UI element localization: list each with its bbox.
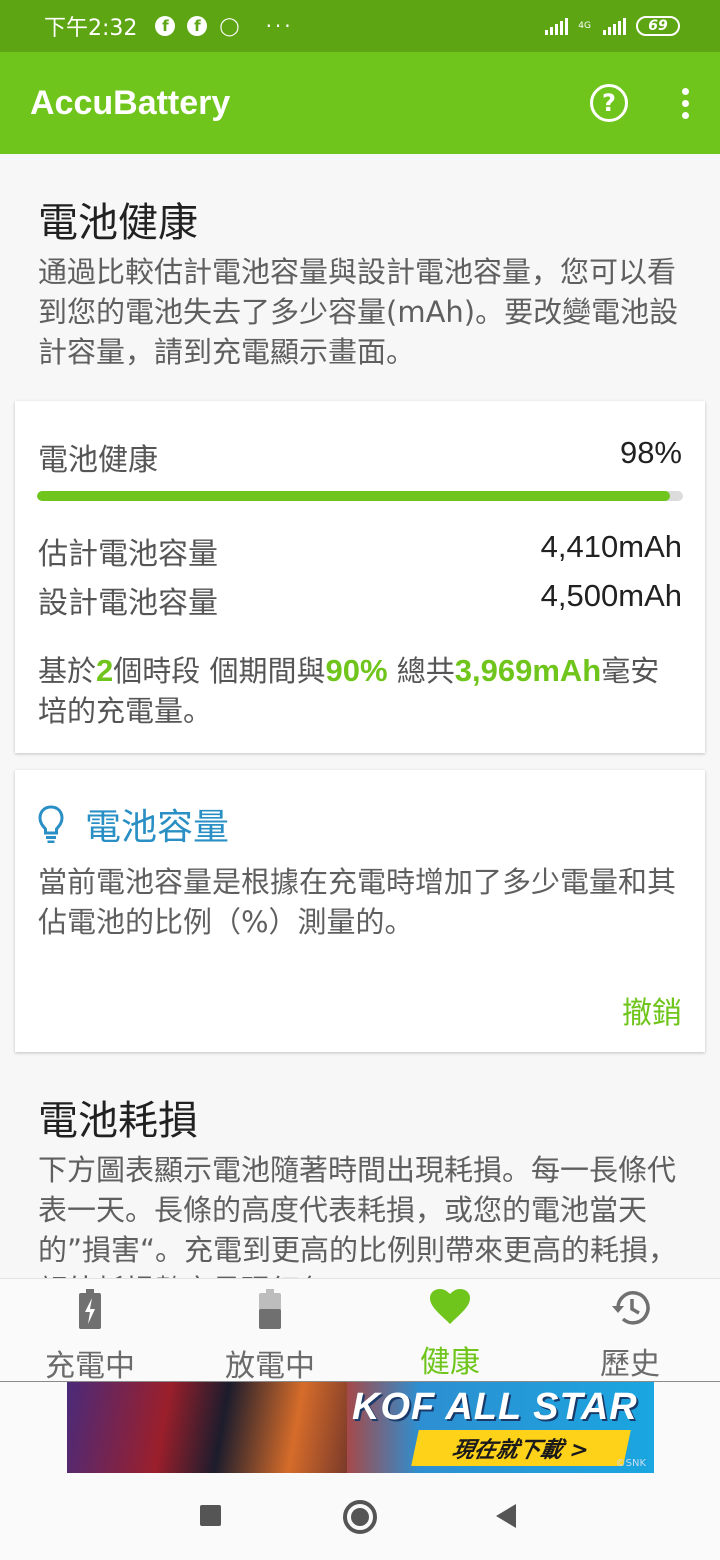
- design-capacity-row: 設計電池容量 4,500mAh: [38, 578, 682, 622]
- ad-area: KOF ALL STAR 現在就下載 > ©SNK: [0, 1381, 720, 1473]
- health-label: 電池健康: [38, 443, 158, 478]
- battery-wear-description: 下方圖表顯示電池隨著時間出現耗損。每一長條代表一天。長條的高度代表耗損，或您的電…: [38, 1153, 678, 1278]
- status-bar-left: 下午2:32 f f ◯ ···: [44, 10, 294, 42]
- ad-brand: ©SNK: [615, 1458, 646, 1469]
- nav-history-label: 歷史: [600, 1347, 660, 1382]
- network-type: 4G: [578, 20, 591, 31]
- app-bar: AccuBattery ?: [0, 52, 720, 154]
- lightbulb-notification-icon: ◯: [219, 15, 240, 37]
- recent-apps-icon[interactable]: [200, 1505, 221, 1526]
- more-notifications-icon: ···: [265, 14, 294, 38]
- battery-charging-icon: [79, 1289, 101, 1329]
- battery-wear-heading: 電池耗損: [38, 1098, 198, 1144]
- nav-charging[interactable]: 充電中: [0, 1279, 180, 1384]
- design-capacity-value: 4,500mAh: [540, 578, 682, 613]
- ad-download-button[interactable]: 現在就下載 >: [411, 1430, 631, 1466]
- bottom-navigation: 充電中 放電中 健康 歷史: [0, 1278, 720, 1384]
- battery-health-description: 通過比較估計電池容量與設計電池容量，您可以看到您的電池失去了多少容量(mAh)。…: [38, 255, 679, 369]
- signal-icon: [545, 17, 569, 35]
- health-progress-fill: [37, 491, 671, 501]
- battery-health-heading: 電池健康: [38, 200, 198, 246]
- estimated-capacity-row: 估計電池容量 4,410mAh: [38, 529, 682, 573]
- nav-discharging-label: 放電中: [225, 1349, 315, 1384]
- summary-prefix: 基於: [38, 654, 97, 688]
- design-capacity-label: 設計電池容量: [38, 586, 218, 621]
- home-icon[interactable]: [343, 1500, 377, 1534]
- tip-title: 電池容量: [37, 798, 229, 850]
- nav-discharging[interactable]: 放電中: [180, 1279, 360, 1384]
- ad-artwork: [67, 1382, 347, 1473]
- battery-status-icon: 69: [636, 16, 680, 36]
- more-options-icon[interactable]: [680, 87, 690, 119]
- system-navigation-bar: [0, 1473, 720, 1560]
- lightbulb-icon: [38, 805, 64, 843]
- main-content[interactable]: 電池健康 通過比較估計電池容量與設計電池容量，您可以看到您的電池失去了多少容量(…: [0, 154, 720, 1278]
- app-title: AccuBattery: [30, 83, 231, 122]
- nav-health-label: 健康: [420, 1345, 480, 1380]
- estimated-capacity-value: 4,410mAh: [540, 529, 682, 564]
- facebook-notification-icon: f: [155, 16, 176, 36]
- nav-history[interactable]: 歷史: [540, 1279, 720, 1382]
- session-count: 2: [96, 653, 114, 688]
- status-bar: 下午2:32 f f ◯ ··· 4G 69: [0, 0, 720, 52]
- battery-discharging-icon: [259, 1289, 281, 1329]
- signal-icon-2: [603, 17, 626, 35]
- total-charge: 3,969mAh: [454, 653, 602, 688]
- health-row: 電池健康 98%: [38, 435, 682, 479]
- tip-title-text: 電池容量: [85, 807, 230, 848]
- nav-charging-label: 充電中: [45, 1349, 135, 1384]
- health-value: 98%: [619, 435, 682, 470]
- charge-summary: 基於2個時段 個期間與90% 總共3,969mAh毫安培的充電量。: [38, 651, 688, 731]
- battery-health-card: 電池健康 98% 估計電池容量 4,410mAh 設計電池容量 4,500mAh…: [15, 401, 705, 753]
- back-icon[interactable]: [496, 1504, 516, 1528]
- history-icon: [610, 1289, 650, 1327]
- ad-headline: KOF ALL STAR: [352, 1386, 638, 1428]
- battery-capacity-tip-card: 電池容量 當前電池容量是根據在充電時增加了多少電量和其佔電池的比例（%）測量的。…: [15, 770, 705, 1052]
- facebook-notification-icon-2: f: [187, 16, 208, 36]
- charge-percent: 90%: [325, 653, 388, 688]
- health-progress-bar: [37, 491, 683, 501]
- nav-health[interactable]: 健康: [360, 1279, 540, 1381]
- status-time: 下午2:32: [44, 16, 138, 41]
- status-bar-right: 4G 69: [545, 16, 680, 36]
- estimated-capacity-label: 估計電池容量: [38, 537, 218, 572]
- ad-banner[interactable]: KOF ALL STAR 現在就下載 > ©SNK: [67, 1382, 654, 1473]
- summary-mid-2: 總共: [387, 654, 455, 688]
- heart-icon: [430, 1289, 470, 1325]
- help-icon[interactable]: ?: [590, 84, 628, 122]
- summary-mid-1: 個時段 個期間與: [113, 654, 326, 688]
- dismiss-button[interactable]: 撤銷: [622, 988, 682, 1032]
- tip-description: 當前電池容量是根據在充電時增加了多少電量和其佔電池的比例（%）測量的。: [38, 865, 677, 939]
